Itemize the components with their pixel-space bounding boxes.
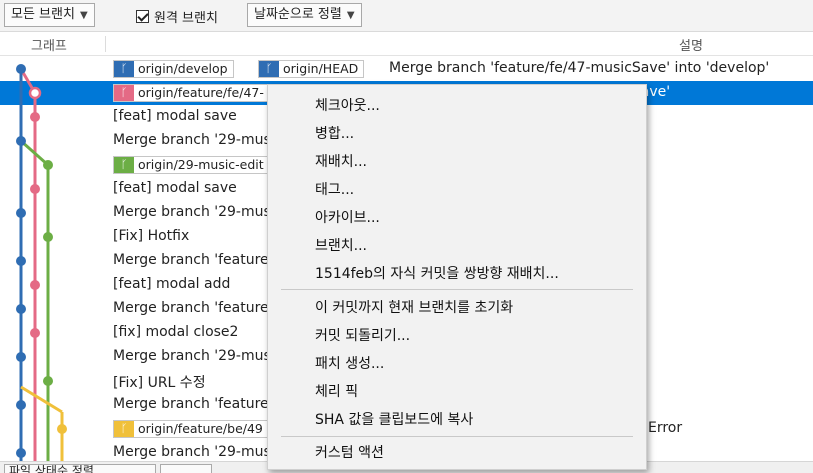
branch-tag-label: origin/29-music-edit [138, 157, 264, 172]
branch-tag-label: origin/develop [138, 61, 228, 76]
graph-lane-branch [20, 385, 63, 414]
git-branch-icon: ᚴ [259, 61, 279, 77]
branch-tag[interactable]: ᚴ origin/feature/fe/47- [113, 84, 270, 102]
menu-item[interactable]: 체리 픽 [268, 379, 646, 405]
commit-message: [feat] modal save [113, 108, 237, 124]
commit-message: Merge branch 'feature/fe/47-musicSave' i… [389, 60, 770, 76]
branch-filter-label: 모든 브랜치 [11, 7, 75, 22]
menu-item[interactable]: 아카이브... [268, 205, 646, 231]
menu-divider [281, 289, 633, 290]
commit-node[interactable] [16, 400, 26, 410]
commit-node[interactable] [28, 86, 42, 100]
commit-node[interactable] [57, 424, 67, 434]
git-branch-icon: ᚴ [114, 61, 134, 77]
menu-item[interactable]: 태그... [268, 177, 646, 203]
chevron-down-icon: ▼ [79, 10, 88, 21]
commit-graph [16, 64, 67, 461]
commit-node[interactable] [43, 232, 53, 242]
branch-tag-label: origin/feature/be/49 [138, 421, 263, 436]
commit-message: Merge branch '29-mus [113, 444, 271, 460]
file-status-sort-label: 파일 상태순 정렬 [9, 464, 94, 473]
checkmark-icon [136, 9, 149, 23]
column-divider[interactable] [105, 36, 106, 52]
commit-message: Merge branch '29-mus [113, 204, 271, 220]
menu-item[interactable]: 병합... [268, 121, 646, 147]
graph-column-header[interactable]: 그래프 [31, 35, 67, 54]
chevron-down-icon: ▼ [346, 10, 355, 21]
history-toolbar: 모든 브랜치 ▼ 원격 브랜치 날짜순으로 정렬 ▼ [0, 0, 813, 32]
commit-message: [Fix] Hotfix [113, 228, 190, 244]
commit-node[interactable] [16, 256, 26, 266]
commit-message: Merge branch '29-mus [113, 132, 271, 148]
sourcetree-history-view: 모든 브랜치 ▼ 원격 브랜치 날짜순으로 정렬 ▼ 그래프 설명 ᚴ origin/… [0, 0, 813, 473]
branch-tag[interactable]: ᚴ origin/feature/be/49 [113, 420, 269, 438]
git-branch-icon: ᚴ [114, 85, 134, 101]
menu-item[interactable]: 커스텀 액션 [268, 440, 646, 466]
branch-tag[interactable]: ᚴ origin/HEAD [258, 60, 365, 78]
commit-node[interactable] [30, 112, 40, 122]
menu-item[interactable]: SHA 값을 클립보드에 복사 [268, 407, 646, 433]
commit-node[interactable] [30, 184, 40, 194]
commit-node[interactable] [16, 136, 26, 146]
menu-item[interactable]: 1514feb의 자식 커밋을 쌍방향 재배치... [268, 261, 646, 287]
commit-message: Merge branch 'feature [113, 300, 269, 316]
column-header: 그래프 설명 [0, 32, 813, 56]
remote-branches-checkbox[interactable]: 원격 브랜치 [136, 6, 218, 26]
menu-item[interactable]: 커밋 되돌리기... [268, 323, 646, 349]
sort-order-label: 날짜순으로 정렬 [254, 7, 342, 22]
view-mode-dropdown[interactable] [160, 464, 212, 473]
menu-item[interactable]: 패치 생성... [268, 351, 646, 377]
menu-item[interactable]: 브랜치... [268, 233, 646, 259]
commit-node[interactable] [16, 208, 26, 218]
file-status-sort-dropdown[interactable]: 파일 상태순 정렬 [4, 464, 156, 473]
commit-node[interactable] [16, 448, 26, 458]
commit-node[interactable] [16, 352, 26, 362]
commit-node[interactable] [16, 64, 26, 74]
git-branch-icon: ᚴ [114, 421, 134, 437]
commit-message: Error [648, 420, 683, 436]
branch-tag[interactable]: ᚴ origin/29-music-edit [113, 156, 270, 174]
menu-divider [281, 436, 633, 437]
commit-message: [fix] modal close2 [113, 324, 239, 340]
commit-row[interactable]: ᚴ origin/develop ᚴ origin/HEAD Merge branch … [0, 57, 813, 81]
commit-message: Merge branch 'feature [113, 396, 269, 412]
menu-item[interactable]: 이 커밋까지 현재 브랜치를 초기화 [268, 295, 646, 321]
commit-node[interactable] [43, 376, 53, 386]
branch-tag[interactable]: ᚴ origin/develop [113, 60, 234, 78]
remote-branches-label: 원격 브랜치 [154, 10, 218, 26]
commit-node[interactable] [30, 280, 40, 290]
commit-node[interactable] [43, 160, 53, 170]
commit-message: [Fix] URL 수정 [113, 375, 206, 391]
branch-tag-label: origin/HEAD [283, 61, 359, 76]
commit-context-menu: 체크아웃... 병합... 재배치... 태그... 아카이브... 브랜치... 1514… [267, 84, 647, 470]
description-column-header[interactable]: 설명 [679, 35, 703, 54]
commit-message: [feat] modal add [113, 276, 231, 292]
branch-tag-label: origin/feature/fe/47- [138, 85, 264, 100]
commit-message: Merge branch '29-mus [113, 348, 271, 364]
branch-filter-dropdown[interactable]: 모든 브랜치 ▼ [4, 3, 95, 27]
sort-order-dropdown[interactable]: 날짜순으로 정렬 ▼ [247, 3, 362, 27]
menu-item[interactable]: 체크아웃... [268, 93, 646, 119]
git-branch-icon: ᚴ [114, 157, 134, 173]
commit-message: [feat] modal save [113, 180, 237, 196]
menu-item[interactable]: 재배치... [268, 149, 646, 175]
commit-node[interactable] [30, 328, 40, 338]
commit-node[interactable] [16, 304, 26, 314]
commit-message: Merge branch 'feature [113, 252, 269, 268]
